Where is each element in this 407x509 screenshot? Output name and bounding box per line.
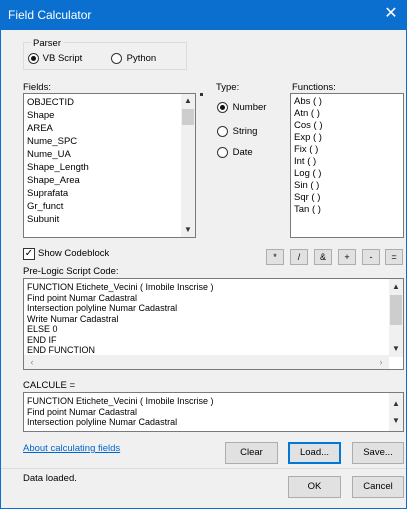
fields-label: Fields:	[23, 82, 51, 93]
operator-minus-button[interactable]: -	[362, 249, 380, 265]
code-line: Find point Numar Cadastral	[27, 292, 138, 303]
scroll-up-icon[interactable]: ▲	[181, 95, 195, 107]
functions-listbox[interactable]: Abs ( ) Atn ( ) Cos ( ) Exp ( ) Fix ( ) …	[290, 93, 404, 238]
function-item[interactable]: Abs ( )	[291, 96, 403, 108]
field-item[interactable]: Nume_SPC	[24, 135, 195, 148]
window-title: Field Calculator	[8, 8, 92, 22]
function-item[interactable]: Sin ( )	[291, 180, 403, 192]
save-button[interactable]: Save...	[352, 442, 404, 464]
operator-divide-button[interactable]: /	[290, 249, 308, 265]
type-number-radio[interactable]: Number	[217, 102, 266, 113]
code-line: Intersection polyline Numar Cadastral	[27, 417, 178, 427]
operator-equals-button[interactable]: =	[385, 249, 403, 265]
prelogic-hscrollbar[interactable]: ‹ ›	[24, 355, 389, 369]
function-item[interactable]: Int ( )	[291, 156, 403, 168]
status-text: Data loaded.	[23, 473, 77, 484]
operator-plus-button[interactable]: +	[338, 249, 356, 265]
radio-checked-icon	[28, 53, 39, 64]
load-button[interactable]: Load...	[288, 442, 341, 464]
code-line: END IF	[27, 334, 57, 345]
parser-vbscript-label: VB Script	[42, 53, 83, 64]
scroll-left-icon[interactable]: ‹	[26, 356, 38, 368]
function-item[interactable]: Fix ( )	[291, 144, 403, 156]
parser-vbscript-radio[interactable]: VB Script	[28, 53, 82, 64]
code-line: Write Numar Cadastral	[27, 313, 119, 324]
scroll-right-icon[interactable]: ›	[375, 356, 387, 368]
about-calculating-fields-link[interactable]: About calculating fields	[23, 443, 120, 454]
scroll-thumb[interactable]	[390, 295, 402, 325]
fields-listbox[interactable]: OBJECTID Shape AREA Nume_SPC Nume_UA Sha…	[23, 93, 196, 238]
radio-unchecked-icon	[217, 126, 228, 137]
operator-multiply-button[interactable]: *	[266, 249, 284, 265]
type-string-radio[interactable]: String	[217, 126, 257, 137]
scroll-thumb[interactable]	[182, 109, 194, 125]
fields-scrollbar[interactable]: ▲ ▼	[181, 94, 195, 237]
operator-ampersand-button[interactable]: &	[314, 249, 332, 265]
code-line: FUNCTION Etichete_Vecini ( Imobile Inscr…	[27, 396, 214, 406]
function-item[interactable]: Atn ( )	[291, 108, 403, 120]
type-date-label: Date	[232, 147, 253, 158]
field-item[interactable]: Shape	[24, 109, 195, 122]
splitter-dot-icon	[200, 93, 203, 96]
expression-editor[interactable]: FUNCTION Etichete_Vecini ( Imobile Inscr…	[23, 392, 404, 432]
close-icon[interactable]: ✕	[383, 5, 399, 23]
parser-label: Parser	[31, 38, 63, 49]
ok-button[interactable]: OK	[288, 476, 341, 498]
expression-vscrollbar[interactable]: ▲ ▼	[389, 393, 403, 431]
radio-unchecked-icon	[111, 53, 122, 64]
field-item[interactable]: Subunit	[24, 213, 195, 226]
prelogic-label: Pre-Logic Script Code:	[23, 266, 119, 277]
prelogic-vscrollbar[interactable]: ▲ ▼	[389, 279, 403, 357]
field-item[interactable]: Nume_UA	[24, 148, 195, 161]
scroll-up-icon[interactable]: ▲	[389, 398, 403, 410]
field-item[interactable]: OBJECTID	[24, 96, 195, 109]
field-item[interactable]: Shape_Length	[24, 161, 195, 174]
parser-python-label: Python	[126, 53, 157, 64]
code-line: Intersection polyline Numar Cadastral	[27, 303, 178, 313]
field-item[interactable]: AREA	[24, 122, 195, 135]
expression-label: CALCULE =	[23, 380, 76, 391]
code-line: END FUNCTION	[27, 345, 95, 355]
code-line: Find point Numar Cadastral	[27, 406, 138, 417]
functions-label: Functions:	[292, 82, 336, 93]
function-item[interactable]: Sqr ( )	[291, 192, 403, 204]
field-item[interactable]: Suprafata	[24, 187, 195, 200]
code-line: ELSE 0	[27, 324, 58, 334]
checkmark-icon: ✓	[23, 248, 35, 260]
cancel-button[interactable]: Cancel	[352, 476, 404, 498]
radio-unchecked-icon	[217, 147, 228, 158]
prelogic-code-editor[interactable]: FUNCTION Etichete_Vecini ( Imobile Inscr…	[23, 278, 404, 370]
function-item[interactable]: Tan ( )	[291, 204, 403, 216]
type-date-radio[interactable]: Date	[217, 147, 253, 158]
type-number-label: Number	[232, 102, 267, 113]
parser-python-radio[interactable]: Python	[111, 53, 156, 64]
function-item[interactable]: Log ( )	[291, 168, 403, 180]
function-item[interactable]: Cos ( )	[291, 120, 403, 132]
type-string-label: String	[232, 126, 258, 137]
function-item[interactable]: Exp ( )	[291, 132, 403, 144]
scroll-down-icon[interactable]: ▼	[181, 224, 195, 236]
radio-checked-icon	[217, 102, 228, 113]
field-item[interactable]: Gr_funct	[24, 200, 195, 213]
show-codeblock-label: Show Codeblock	[38, 248, 110, 259]
dialog-body: Parser VB Script Python Fields: OBJECTID…	[0, 30, 407, 509]
scroll-down-icon[interactable]: ▼	[389, 415, 403, 427]
type-label: Type:	[216, 82, 240, 93]
status-separator	[1, 468, 406, 469]
field-item[interactable]: Shape_Area	[24, 174, 195, 187]
scroll-up-icon[interactable]: ▲	[389, 281, 403, 293]
clear-button[interactable]: Clear	[225, 442, 278, 464]
title-bar: Field Calculator ✕	[0, 0, 407, 30]
scroll-down-icon[interactable]: ▼	[389, 343, 403, 355]
code-line: FUNCTION Etichete_Vecini ( Imobile Inscr…	[27, 282, 214, 292]
